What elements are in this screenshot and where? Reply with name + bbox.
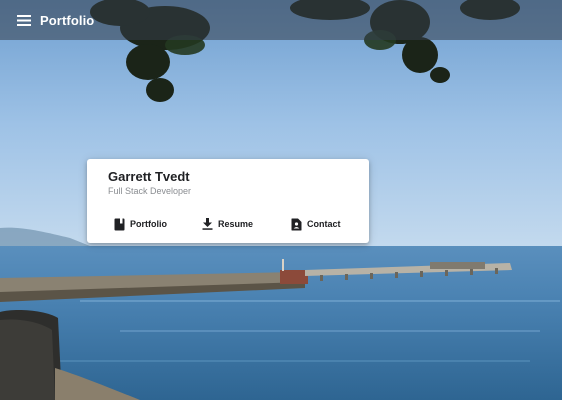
portfolio-button[interactable]: Portfolio — [114, 215, 167, 233]
contact-button[interactable]: Contact — [291, 215, 341, 233]
app-title: Portfolio — [40, 12, 95, 28]
portfolio-label: Portfolio — [130, 219, 167, 229]
resume-label: Resume — [218, 219, 254, 229]
app-bar: Portfolio — [0, 0, 562, 40]
resume-button[interactable]: Resume — [202, 215, 253, 233]
book-icon — [114, 218, 125, 230]
profile-card: Garrett Tvedt Full Stack Developer Portf… — [87, 159, 369, 243]
menu-icon[interactable] — [12, 8, 36, 32]
profile-name: Garrett Tvedt — [108, 169, 190, 184]
contact-card-icon — [291, 218, 302, 230]
contact-label: Contact — [307, 219, 341, 229]
card-actions: Portfolio Resume Contact — [87, 215, 369, 233]
profile-role: Full Stack Developer — [108, 186, 192, 196]
download-icon — [202, 218, 213, 230]
